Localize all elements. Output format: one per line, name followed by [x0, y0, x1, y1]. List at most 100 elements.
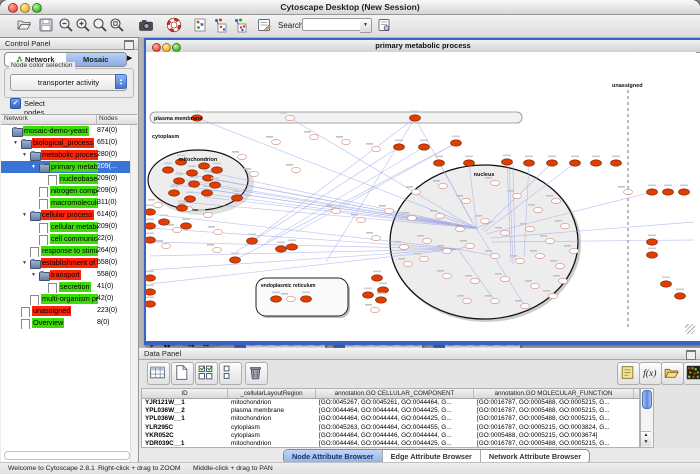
network-node[interactable]	[481, 218, 490, 223]
network-node[interactable]	[185, 196, 196, 202]
network-node[interactable]	[456, 226, 465, 231]
network-node[interactable]	[177, 205, 188, 211]
expand-arrow-icon[interactable]: ▼	[22, 260, 27, 266]
control-panel-hscrollbar[interactable]	[4, 451, 130, 460]
tree-row-secretion[interactable]: secretion41(0)	[1, 281, 131, 293]
float-panel-icon[interactable]	[124, 40, 134, 50]
network-node[interactable]	[173, 227, 182, 232]
network-node[interactable]	[443, 273, 452, 278]
network-node[interactable]	[471, 278, 480, 283]
tree-row-cell-communicat[interactable]: cell communicat22(0)	[1, 233, 131, 245]
delete-attribute-icon[interactable]	[245, 362, 268, 385]
network-node[interactable]	[451, 140, 462, 146]
tab-scroll-right-icon[interactable]: ▶	[127, 54, 132, 62]
resize-grip[interactable]	[685, 324, 695, 334]
network-node[interactable]	[501, 230, 510, 235]
network-node[interactable]	[238, 154, 247, 159]
open-file-icon[interactable]	[16, 17, 34, 35]
network-node[interactable]	[624, 189, 633, 194]
column-header-1[interactable]: _cellularLayoutRegion	[228, 389, 316, 398]
network-node[interactable]	[570, 248, 579, 253]
tree-row-multi-organism-pro[interactable]: multi-organism pro42(0)	[1, 293, 131, 305]
network-node[interactable]	[181, 223, 192, 229]
network-node[interactable]	[189, 181, 200, 187]
network-node[interactable]	[372, 235, 381, 240]
network-node[interactable]	[310, 134, 319, 139]
network-node[interactable]	[162, 243, 171, 248]
tree-row-macromolecule[interactable]: macromolecule311(0)	[1, 197, 131, 209]
network-node[interactable]	[287, 296, 296, 301]
network-node[interactable]	[212, 167, 223, 173]
formula-icon[interactable]: f(x)	[639, 362, 662, 385]
expand-arrow-icon[interactable]: ▼	[22, 212, 27, 218]
network-node[interactable]	[371, 307, 380, 312]
network-node[interactable]	[292, 167, 301, 172]
network-node[interactable]	[491, 298, 500, 303]
network-node[interactable]	[547, 160, 558, 166]
network-node[interactable]	[410, 115, 421, 121]
network-node[interactable]	[559, 278, 568, 283]
network-node[interactable]	[271, 296, 282, 302]
network-node[interactable]	[210, 182, 221, 188]
network-node[interactable]	[675, 293, 686, 299]
zoom-fit-icon[interactable]	[109, 17, 127, 35]
network-node[interactable]	[385, 208, 394, 213]
network-node[interactable]	[342, 139, 351, 144]
table-row[interactable]: YPL036W__2plasma membrane[GO:0044464, GO…	[142, 407, 639, 415]
network-node[interactable]	[502, 159, 513, 165]
network-node[interactable]	[213, 247, 222, 252]
table-row[interactable]: YPL036W__1mitochondrion[GO:0044464, GO:0…	[142, 415, 639, 423]
network-node[interactable]	[663, 189, 674, 195]
network-canvas[interactable]: plasma membrane cytoplasm mitochondrion …	[146, 52, 696, 335]
network-node[interactable]	[163, 167, 174, 173]
mosaic-icon-3[interactable]	[232, 17, 250, 35]
network-node[interactable]	[526, 226, 535, 231]
column-header-0[interactable]: ID	[142, 389, 228, 398]
tree-row-cellular-metabo[interactable]: cellular metabo209(0)	[1, 221, 131, 233]
network-node[interactable]	[561, 223, 570, 228]
zoom-selected-icon[interactable]	[92, 17, 110, 35]
network-node[interactable]	[287, 244, 298, 250]
network-node[interactable]	[394, 144, 405, 150]
column-header-3[interactable]: annotation.GO MOLECULAR_FUNCTION	[474, 389, 634, 398]
network-node[interactable]	[419, 144, 430, 150]
network-node[interactable]	[332, 208, 341, 213]
table-scrollbar[interactable]: ▲▼	[640, 388, 654, 448]
network-node[interactable]	[420, 256, 429, 261]
table-scrollbar-arrows[interactable]: ▲▼	[641, 431, 651, 446]
save-icon[interactable]	[38, 17, 56, 35]
snapshot-icon[interactable]	[138, 17, 156, 35]
network-node[interactable]	[146, 223, 156, 229]
table-row[interactable]: YDR039C__1mitochondrion[GO:0044464, GO:0…	[142, 440, 639, 448]
network-node[interactable]	[491, 180, 500, 185]
network-node[interactable]	[276, 246, 287, 252]
network-node[interactable]	[372, 275, 383, 281]
tree-row-mosaic-demo-yeast[interactable]: mosaic-demo-yeast874(0)	[1, 125, 131, 137]
network-node[interactable]	[549, 293, 558, 298]
table-row[interactable]: YJR121W__1mitochondrion[GO:0045267, GO:0…	[142, 399, 639, 407]
network-node[interactable]	[174, 178, 185, 184]
expand-arrow-icon[interactable]: ▼	[31, 272, 36, 278]
attribute-table-icon[interactable]	[147, 362, 170, 385]
tree-row-transport[interactable]: ▼transport558(0)	[1, 269, 131, 281]
network-node[interactable]	[376, 297, 387, 303]
network-node[interactable]	[146, 209, 156, 215]
annotation-icon[interactable]	[256, 17, 274, 35]
network-node[interactable]	[146, 289, 156, 295]
search-input[interactable]	[302, 18, 362, 31]
network-node[interactable]	[679, 189, 690, 195]
mosaic-icon-1[interactable]	[192, 17, 210, 35]
mosaic-icon-2[interactable]	[212, 17, 230, 35]
network-node[interactable]	[462, 198, 471, 203]
network-node[interactable]	[501, 276, 510, 281]
network-node[interactable]	[154, 202, 163, 207]
tree-scrollbar[interactable]	[130, 125, 137, 462]
network-node[interactable]	[591, 160, 602, 166]
network-node[interactable]	[400, 244, 409, 249]
tree-row-nucleobase-[interactable]: nucleobase-209(0)	[1, 173, 131, 185]
network-node[interactable]	[423, 238, 432, 243]
select-attributes-icon[interactable]	[195, 362, 218, 385]
network-node[interactable]	[647, 189, 658, 195]
network-node[interactable]	[412, 189, 421, 194]
network-node[interactable]	[357, 217, 366, 222]
